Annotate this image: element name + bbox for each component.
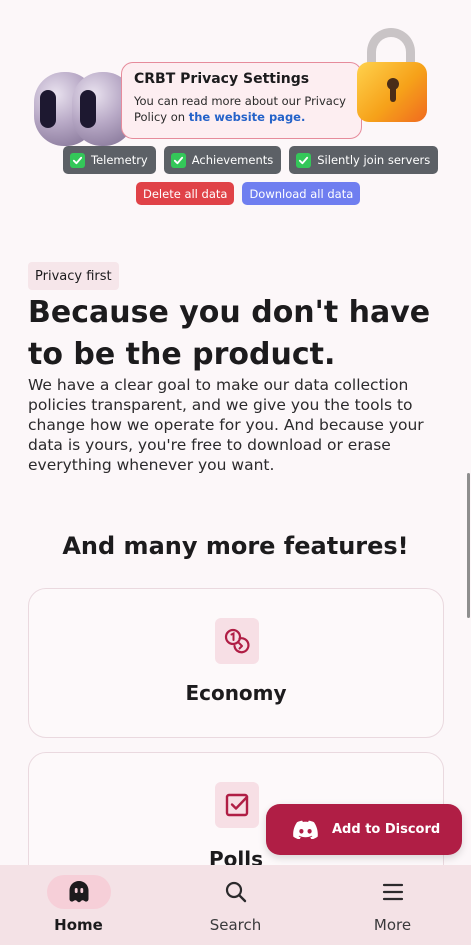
robot-eye xyxy=(80,90,96,128)
privacy-first-tag: Privacy first xyxy=(28,262,119,290)
nav-item-more[interactable]: More xyxy=(314,865,471,945)
privacy-description: We have a clear goal to make our data co… xyxy=(28,376,424,474)
checkmark-icon xyxy=(170,152,186,168)
privacy-headline: Because you don't have to be the product… xyxy=(28,295,431,372)
download-all-data-button[interactable]: Download all data xyxy=(242,182,361,205)
bottom-navigation: Home Search More xyxy=(0,865,471,945)
nav-item-search[interactable]: Search xyxy=(157,865,314,945)
robot-eye xyxy=(40,90,56,128)
add-to-discord-button[interactable]: Add to Discord xyxy=(266,804,462,855)
nav-label: Search xyxy=(209,916,262,934)
privacy-settings-card: CRBT Privacy Settings You can read more … xyxy=(121,62,362,139)
privacy-illustration: CRBT Privacy Settings You can read more … xyxy=(0,0,471,215)
chip-label: Silently join servers xyxy=(317,153,431,167)
telemetry-toggle[interactable]: Telemetry xyxy=(63,146,156,174)
website-page-link[interactable]: the website page. xyxy=(189,110,306,124)
silently-join-servers-toggle[interactable]: Silently join servers xyxy=(289,146,439,174)
ghost-icon xyxy=(46,875,111,909)
checkmark-icon xyxy=(70,152,85,168)
features-title: And many more features! xyxy=(62,532,409,560)
coins-icon xyxy=(215,618,259,664)
chip-label: Achievements xyxy=(191,153,274,167)
achievements-toggle[interactable]: Achievements xyxy=(163,146,282,174)
page: CRBT Privacy Settings You can read more … xyxy=(0,0,471,945)
privacy-card-text: You can read more about our Privacy Poli… xyxy=(134,93,349,125)
nav-label: More xyxy=(373,916,412,934)
data-actions: Delete all data Download all data xyxy=(136,182,361,205)
chip-label: Telemetry xyxy=(91,153,148,167)
feature-card-economy[interactable]: Economy xyxy=(28,588,444,738)
checkbox-icon xyxy=(215,782,259,828)
search-icon xyxy=(204,875,268,909)
delete-all-data-button[interactable]: Delete all data xyxy=(136,182,235,205)
nav-item-home[interactable]: Home xyxy=(0,865,157,945)
page-scrollbar[interactable] xyxy=(467,473,470,618)
privacy-toggles: Telemetry Achievements Silently join ser… xyxy=(63,146,439,174)
feature-label: Economy xyxy=(185,681,287,705)
privacy-card-title: CRBT Privacy Settings xyxy=(134,71,310,87)
add-to-discord-label: Add to Discord xyxy=(332,822,441,837)
menu-icon xyxy=(361,875,425,909)
nav-label: Home xyxy=(54,916,103,934)
discord-icon xyxy=(293,820,318,839)
checkmark-icon xyxy=(296,152,312,168)
padlock-icon xyxy=(355,28,429,123)
